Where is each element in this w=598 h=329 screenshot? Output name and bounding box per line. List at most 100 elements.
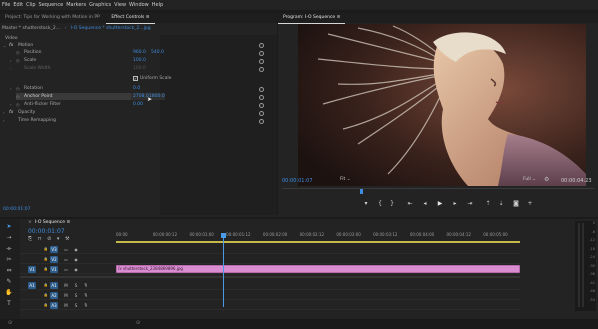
disclosure-closed-icon[interactable]: ›	[10, 85, 12, 92]
mute-toggle[interactable]: M	[62, 292, 70, 299]
settings-icon[interactable]: ⚙	[544, 176, 549, 183]
source-patch-v1[interactable]: V1	[28, 266, 36, 273]
fx-badge[interactable]: fx	[9, 42, 13, 49]
eye-icon[interactable]: ◉	[72, 246, 80, 253]
lock-icon[interactable]: 🔒	[42, 266, 50, 273]
track-target-v1[interactable]: V1	[50, 266, 58, 273]
microphone-icon[interactable]: 🎙	[82, 302, 90, 309]
sync-lock-icon[interactable]: ▭	[62, 266, 70, 273]
button-editor-icon[interactable]: +	[526, 199, 534, 208]
play-icon[interactable]: ▶	[436, 199, 444, 208]
opacity-row[interactable]: › fx Opacity	[0, 109, 160, 116]
uniform-scale-checkbox[interactable]: ✓	[133, 76, 138, 81]
track-target-v2[interactable]: V2	[50, 256, 58, 263]
stopwatch-icon[interactable]: ◷	[16, 85, 20, 92]
go-to-out-icon[interactable]: ⇥	[466, 199, 474, 208]
reset-icon[interactable]	[259, 119, 264, 124]
lock-icon[interactable]: 🔒	[42, 292, 50, 299]
razor-icon[interactable]: ✂	[4, 256, 14, 264]
tab-program[interactable]: Program: I-O Sequence ≡	[278, 13, 346, 24]
position-x-value[interactable]: 960.0	[133, 49, 146, 56]
selection-tool-icon[interactable]: ➤	[4, 223, 14, 231]
type-tool-icon[interactable]: T	[4, 300, 14, 308]
lock-icon[interactable]: 🔒	[42, 256, 50, 263]
panel-menu-icon[interactable]: ≡	[146, 15, 150, 20]
reset-icon[interactable]	[259, 87, 264, 92]
wrench-icon[interactable]: ⚒	[65, 236, 69, 242]
track-select-icon[interactable]: ⇢	[4, 234, 14, 242]
position-y-value[interactable]: 540.0	[151, 49, 164, 56]
ripple-edit-icon[interactable]: ⟛	[4, 245, 14, 253]
eye-icon[interactable]: ◉	[72, 256, 80, 263]
tab-project[interactable]: Project: Tips for Working with Motion in…	[0, 13, 105, 23]
step-back-icon[interactable]: ◂	[421, 199, 429, 208]
source-patch-a1[interactable]: A1	[28, 282, 36, 289]
add-marker-icon[interactable]: ▾	[57, 236, 60, 242]
menu-item-graphics[interactable]: Graphics	[89, 2, 111, 8]
track-target-v3[interactable]: V3	[50, 246, 58, 253]
track-target-a1[interactable]: A1	[50, 282, 58, 289]
lock-icon[interactable]: 🔒	[42, 246, 50, 253]
effect-controls-timecode[interactable]: 00:00:01:07	[3, 207, 30, 212]
full-dropdown[interactable]: Full ⌄	[523, 177, 536, 182]
snap-icon[interactable]: ⊓	[38, 236, 42, 242]
slip-tool-icon[interactable]: ⇔	[4, 267, 14, 275]
track-target-a3[interactable]: A3	[50, 302, 58, 309]
export-frame-icon[interactable]: ◙	[512, 199, 520, 208]
lift-icon[interactable]: ⇡	[484, 199, 492, 208]
mark-in-icon[interactable]: {	[376, 199, 384, 208]
timeline-tab[interactable]: × I-O Sequence ≡	[28, 220, 70, 225]
reset-icon[interactable]	[259, 43, 264, 48]
go-to-in-icon[interactable]: ⇤	[406, 199, 414, 208]
scale-value[interactable]: 100.0	[133, 57, 146, 64]
stopwatch-icon[interactable]: ◷	[16, 49, 20, 56]
stopwatch-icon[interactable]: ◷	[16, 101, 20, 108]
anti-flicker-value[interactable]: 0.00	[133, 101, 143, 108]
menu-item-clip[interactable]: Clip	[26, 2, 35, 8]
video-clip[interactable]: fx shutterstock_2384869896.jpg	[116, 265, 520, 273]
program-scrub-bar[interactable]	[282, 188, 594, 194]
status-icon[interactable]: ⊙	[136, 320, 140, 326]
track-target-a2[interactable]: A2	[50, 292, 58, 299]
video-audio-divider[interactable]	[20, 276, 520, 278]
time-remapping-row[interactable]: › Time Remapping	[0, 117, 160, 124]
lock-icon[interactable]: 🔒	[42, 282, 50, 289]
menu-item-sequence[interactable]: Sequence	[39, 2, 64, 8]
reset-icon[interactable]	[259, 51, 264, 56]
rotation-value[interactable]: 0.0	[133, 85, 140, 92]
reset-icon[interactable]	[259, 103, 264, 108]
playhead-line[interactable]	[223, 234, 225, 307]
extract-icon[interactable]: ⇣	[497, 199, 505, 208]
status-icon[interactable]: ⊙	[8, 320, 12, 326]
stopwatch-icon[interactable]: ◷	[16, 93, 20, 100]
panel-menu-icon[interactable]: ≡	[337, 15, 341, 20]
disclosure-closed-icon[interactable]: ›	[3, 109, 5, 116]
reset-icon[interactable]	[259, 59, 264, 64]
disclosure-closed-icon[interactable]: ›	[10, 65, 12, 72]
mute-toggle[interactable]: M	[62, 302, 70, 309]
disclosure-closed-icon[interactable]: ›	[3, 117, 5, 124]
linked-selection-icon[interactable]: ⊘	[47, 236, 51, 242]
program-timecode[interactable]: 00:00:01:07	[282, 178, 313, 184]
panel-menu-icon[interactable]: ≡	[66, 220, 70, 225]
menu-item-help[interactable]: Help	[152, 2, 163, 8]
disclosure-closed-icon[interactable]: ›	[10, 101, 12, 108]
master-clip-label[interactable]: Master * shutterstock_2...	[2, 26, 60, 31]
solo-toggle[interactable]: S	[72, 292, 80, 299]
disclosure-closed-icon[interactable]: ›	[10, 57, 12, 64]
solo-toggle[interactable]: S	[72, 302, 80, 309]
menu-item-file[interactable]: File	[2, 2, 10, 8]
sequence-clip-label[interactable]: I-O Sequence * shutterstock_2...jpg	[71, 26, 151, 31]
timeline-timecode[interactable]: 00:00:01:07	[28, 228, 65, 235]
sync-lock-icon[interactable]: ▭	[62, 246, 70, 253]
playhead-marker[interactable]	[360, 189, 363, 194]
menu-item-view[interactable]: View	[114, 2, 126, 8]
video-track-v2[interactable]: 🔒 V2 ▭ ◉	[20, 255, 520, 264]
disclosure-open-icon[interactable]: ⌄	[3, 42, 6, 49]
stopwatch-icon[interactable]: ◷	[16, 57, 20, 64]
pen-tool-icon[interactable]: ✎	[4, 278, 14, 286]
sync-lock-icon[interactable]: ▭	[62, 256, 70, 263]
tab-effect-controls[interactable]: Effect Controls ≡	[106, 13, 155, 24]
reset-icon[interactable]	[259, 95, 264, 100]
lock-icon[interactable]: 🔒	[42, 302, 50, 309]
